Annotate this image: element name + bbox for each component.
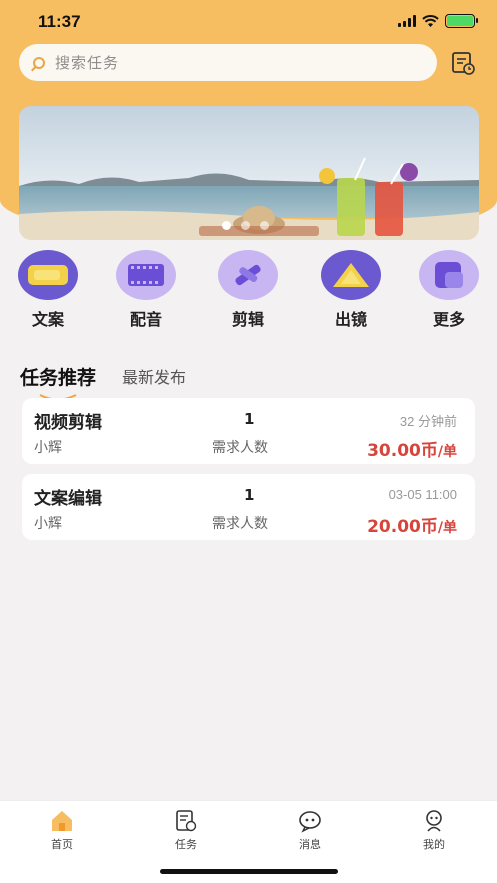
battery-icon (445, 14, 478, 28)
film-icon (116, 250, 176, 300)
task-author: 小辉 (34, 516, 62, 532)
banner-dot[interactable] (241, 221, 250, 230)
calendar-icon[interactable] (450, 50, 476, 76)
category-more[interactable]: 更多 (409, 250, 489, 330)
promo-banner[interactable] (19, 106, 479, 240)
status-bar: 11:37 (0, 0, 497, 44)
category-label: 剪辑 (231, 310, 264, 329)
task-icon (176, 810, 197, 832)
task-title: 文案编辑 (34, 489, 102, 509)
task-time: 32 分钟前 (399, 414, 457, 429)
task-title: 视频剪辑 (34, 413, 102, 433)
tab-recommended[interactable]: 任务推荐 (20, 363, 97, 401)
tabbar-label: 首页 (51, 838, 73, 851)
tab-label: 任务推荐 (20, 367, 97, 389)
task-tabs: 任务推荐 最新发布 (20, 350, 186, 401)
category-label: 出镜 (334, 310, 367, 329)
search-icon (33, 56, 45, 69)
tabbar-profile[interactable]: 我的 (394, 809, 474, 852)
category-editing[interactable]: 剪辑 (208, 250, 288, 330)
search-input[interactable]: 搜索任务 (19, 44, 437, 81)
category-dubbing[interactable]: 配音 (106, 250, 186, 330)
grid-icon (419, 250, 479, 300)
task-price: 20.00币/单 (367, 512, 457, 537)
category-copywriting[interactable]: 文案 (8, 250, 88, 330)
search-placeholder: 搜索任务 (55, 54, 120, 72)
task-count: 1 (244, 486, 255, 504)
category-grid: 文案 配音 剪辑 出镜 更多 (0, 250, 497, 330)
task-price-unit: /单 (437, 444, 457, 460)
wifi-icon (422, 14, 439, 27)
task-card[interactable]: 文案编辑 小辉 1 需求人数 03-05 11:00 20.00币/单 (22, 474, 475, 540)
home-icon (52, 811, 72, 831)
task-price-value: 20.00币 (367, 517, 438, 537)
category-label: 文案 (31, 310, 64, 329)
task-count-label: 需求人数 (212, 440, 268, 456)
task-card[interactable]: 视频剪辑 小辉 1 需求人数 32 分钟前 30.00币/单 (22, 398, 475, 464)
tabbar-label: 任务 (175, 838, 197, 851)
tabbar-label: 消息 (299, 838, 321, 851)
task-price-unit: /单 (437, 520, 457, 536)
signal-icon (398, 15, 416, 27)
task-count: 1 (244, 410, 255, 428)
category-label: 配音 (129, 310, 162, 329)
banner-dot[interactable] (222, 221, 231, 230)
task-price: 30.00币/单 (367, 436, 457, 461)
category-label: 更多 (432, 310, 465, 329)
status-icons (398, 14, 478, 28)
task-count-label: 需求人数 (212, 516, 268, 532)
tab-latest[interactable]: 最新发布 (122, 364, 186, 390)
mountain-icon (321, 250, 381, 300)
task-price-value: 30.00币 (367, 441, 438, 461)
task-author: 小辉 (34, 440, 62, 456)
status-time: 11:37 (38, 12, 81, 31)
beach-image (19, 106, 479, 240)
tabbar-home[interactable]: 首页 (22, 809, 102, 852)
banner-pagination[interactable] (222, 221, 269, 230)
tabbar-tasks[interactable]: 任务 (146, 809, 226, 852)
tabbar-messages[interactable]: 消息 (270, 809, 350, 852)
banner-dot[interactable] (260, 221, 269, 230)
category-on-camera[interactable]: 出镜 (311, 250, 391, 330)
tabbar-label: 我的 (423, 838, 445, 851)
profile-icon (426, 810, 442, 832)
home-indicator (160, 869, 338, 874)
scissors-icon (218, 250, 278, 300)
message-icon (299, 811, 321, 833)
task-time: 03-05 11:00 (388, 487, 457, 502)
document-icon (18, 250, 78, 300)
